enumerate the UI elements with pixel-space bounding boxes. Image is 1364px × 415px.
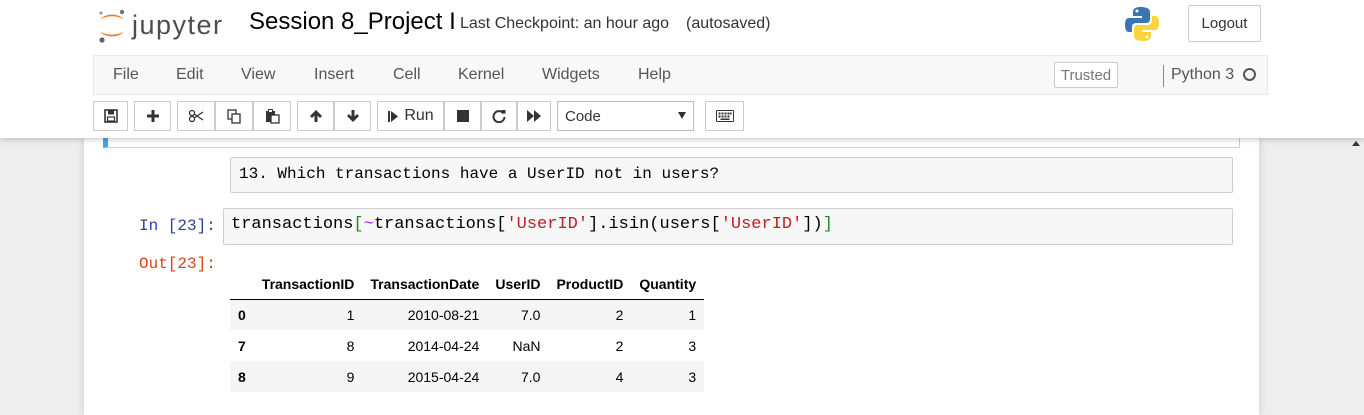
table-row: 8 9 2015-04-24 7.0 4 3: [230, 361, 705, 392]
copy-icon: [226, 108, 241, 124]
column-header: [230, 269, 254, 300]
table-cell: 3: [688, 337, 697, 354]
table-cell: NaN: [512, 337, 541, 354]
arrow-up-icon: [309, 110, 322, 122]
code-token: ]: [822, 215, 833, 234]
table-cell: 2014-04-24: [407, 337, 480, 354]
column-header: TransactionDate: [362, 269, 488, 300]
command-palette-button[interactable]: [705, 101, 744, 131]
menu-kernel[interactable]: Kernel: [458, 66, 504, 84]
code-token: transactions[: [373, 215, 507, 234]
code-token: ~: [363, 215, 374, 234]
interrupt-button[interactable]: [444, 101, 481, 131]
restart-run-all-button[interactable]: [517, 101, 551, 131]
column-header: TransactionID: [253, 269, 363, 300]
logo-text: jupyter: [132, 9, 224, 40]
save-button[interactable]: [93, 101, 128, 131]
save-icon: [103, 109, 118, 123]
output-prompt: Out[23]:: [139, 255, 216, 273]
row-index: 7: [238, 337, 246, 354]
kernel-divider: [1163, 65, 1164, 87]
row-index: 8: [238, 368, 246, 385]
copy-button[interactable]: [215, 101, 253, 131]
code-cell-input[interactable]: transactions[~transactions['UserID'].isi…: [223, 208, 1233, 245]
run-label: Run: [404, 107, 434, 124]
table-cell: 2015-04-24: [407, 368, 480, 385]
kernel-name[interactable]: Python 3: [1171, 66, 1234, 84]
run-button[interactable]: Run: [377, 101, 444, 131]
paste-icon: [265, 108, 280, 124]
autosave-status: (autosaved): [686, 15, 771, 32]
code-string: 'UserID': [506, 215, 589, 234]
cut-icon: [188, 109, 204, 123]
notebook-title[interactable]: Session 8_Project I: [249, 8, 456, 36]
cell-type-select[interactable]: Code: [557, 101, 694, 131]
keyboard-icon: [715, 110, 734, 122]
menu-view[interactable]: View: [241, 66, 275, 84]
table-row: 0 1 2010-08-21 7.0 2 1: [230, 299, 705, 330]
stop-icon: [456, 110, 469, 122]
plus-icon: [146, 110, 159, 122]
column-header: UserID: [487, 269, 549, 300]
move-down-button[interactable]: [334, 101, 371, 131]
restart-button[interactable]: [481, 101, 517, 131]
table-cell: 2010-08-21: [407, 306, 480, 323]
code-token: [: [353, 215, 364, 234]
table-row: 7 8 2014-04-24 NaN 2 3: [230, 330, 704, 361]
trusted-indicator[interactable]: Trusted: [1054, 62, 1118, 88]
table-header-row: TransactionID TransactionDate UserID Pro…: [230, 269, 705, 300]
code-token: ].isin(users[: [588, 215, 721, 234]
cut-button[interactable]: [177, 101, 215, 131]
fast-forward-icon: [527, 110, 541, 122]
column-header: Quantity: [631, 269, 705, 300]
jupyter-logo[interactable]: jupyter: [96, 5, 224, 45]
python-logo-icon: [1125, 7, 1159, 41]
menu-insert[interactable]: Insert: [314, 66, 354, 84]
input-prompt: In [23]:: [139, 217, 216, 235]
jupyter-logo-icon: [99, 9, 125, 43]
table-cell: 1: [688, 306, 697, 323]
arrow-down-icon: [346, 110, 359, 122]
menu-edit[interactable]: Edit: [176, 66, 204, 84]
kernel-idle-icon: [1243, 68, 1256, 81]
paste-button[interactable]: [253, 101, 291, 131]
restart-icon: [492, 110, 506, 123]
code-token: ]): [802, 215, 823, 234]
move-up-button[interactable]: [297, 101, 334, 131]
markdown-cell[interactable]: 13. Which transactions have a UserID not…: [230, 157, 1233, 193]
menu-cell[interactable]: Cell: [393, 66, 421, 84]
menu-widgets[interactable]: Widgets: [542, 66, 600, 84]
menubar: File Edit View Insert Cell Kernel Widget…: [93, 55, 1268, 95]
checkpoint-status: Last Checkpoint: an hour ago: [460, 15, 670, 32]
menu-help[interactable]: Help: [638, 66, 671, 84]
table-cell: 1: [346, 306, 355, 323]
table-cell: 7.0: [521, 306, 541, 323]
table-cell: 3: [688, 368, 697, 385]
logout-button[interactable]: Logout: [1188, 5, 1261, 42]
notebook-container: 13. Which transactions have a UserID not…: [84, 138, 1259, 415]
table-cell: 4: [615, 368, 624, 385]
header: jupyter Session 8_Project I Last Checkpo…: [0, 0, 1364, 138]
cell-type-value: Code: [565, 107, 601, 125]
column-header: ProductID: [548, 269, 632, 300]
step-forward-icon: [388, 110, 399, 122]
table-cell: 2: [615, 306, 624, 323]
dataframe-table: TransactionID TransactionDate UserID Pro…: [230, 269, 705, 392]
scroll-up-icon[interactable]: [1352, 141, 1360, 146]
code-string: 'UserID': [720, 215, 803, 234]
row-index: 0: [238, 306, 246, 323]
table-cell: 7.0: [521, 368, 541, 385]
code-token: transactions: [231, 215, 354, 234]
selected-cell[interactable]: [103, 138, 1240, 148]
chevron-down-icon: [678, 112, 686, 119]
menu-file[interactable]: File: [113, 66, 139, 84]
table-cell: 8: [346, 337, 355, 354]
insert-cell-button[interactable]: [134, 101, 171, 131]
table-cell: 2: [615, 337, 624, 354]
table-cell: 9: [346, 368, 355, 385]
